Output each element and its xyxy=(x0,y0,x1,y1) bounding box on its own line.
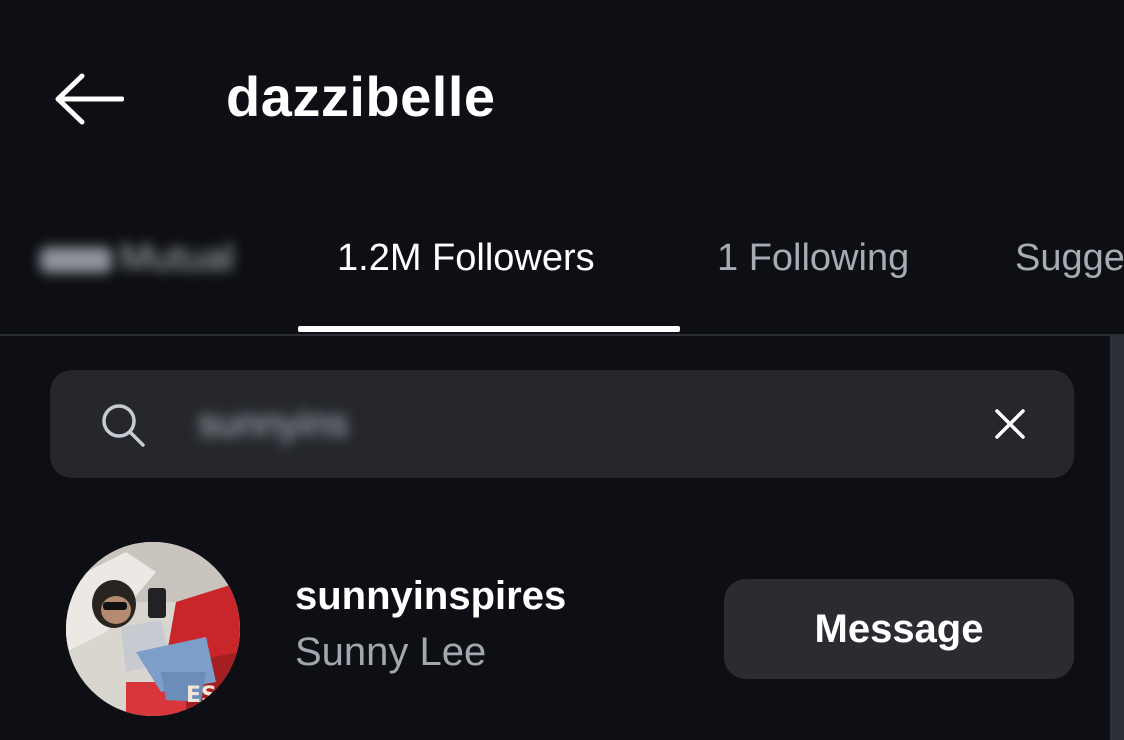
close-icon xyxy=(995,409,1025,439)
search-icon xyxy=(102,404,145,447)
back-button[interactable] xyxy=(44,64,132,134)
avatar[interactable]: ES xyxy=(66,542,240,716)
tab-suggested[interactable]: Sugge xyxy=(1015,230,1124,286)
tab-bar: Mutual 1.2M Followers 1 Following Sugge xyxy=(0,200,1124,336)
tab-suggested-label: Sugge xyxy=(1015,237,1124,279)
tab-followers-label: 1.2M Followers xyxy=(337,237,595,279)
tab-following[interactable]: 1 Following xyxy=(717,230,909,286)
top-bar: dazzibelle xyxy=(0,0,1124,190)
tab-followers[interactable]: 1.2M Followers xyxy=(337,230,595,286)
avatar-image: ES xyxy=(66,542,240,716)
scrollbar[interactable] xyxy=(1110,336,1124,740)
tab-following-label: 1 Following xyxy=(717,237,910,279)
arrow-left-icon xyxy=(55,73,124,125)
active-tab-indicator xyxy=(298,326,680,332)
tab-mutual[interactable]: Mutual xyxy=(40,230,234,286)
list-item[interactable]: ES sunnyinspires Sunny Lee Message xyxy=(0,530,1108,730)
search-input[interactable] xyxy=(198,398,898,450)
search-bar xyxy=(50,370,1074,478)
username: sunnyinspires xyxy=(295,574,567,618)
page-title: dazzibelle xyxy=(226,65,496,128)
followers-screen: dazzibelle Mutual 1.2M Followers 1 Follo… xyxy=(0,0,1124,740)
svg-text:ES: ES xyxy=(186,683,217,708)
message-button[interactable]: Message xyxy=(724,579,1074,679)
mutual-count-redacted xyxy=(40,246,112,273)
tab-mutual-label: Mutual xyxy=(120,237,235,279)
clear-search-button[interactable] xyxy=(980,394,1040,454)
full-name: Sunny Lee xyxy=(295,630,487,674)
